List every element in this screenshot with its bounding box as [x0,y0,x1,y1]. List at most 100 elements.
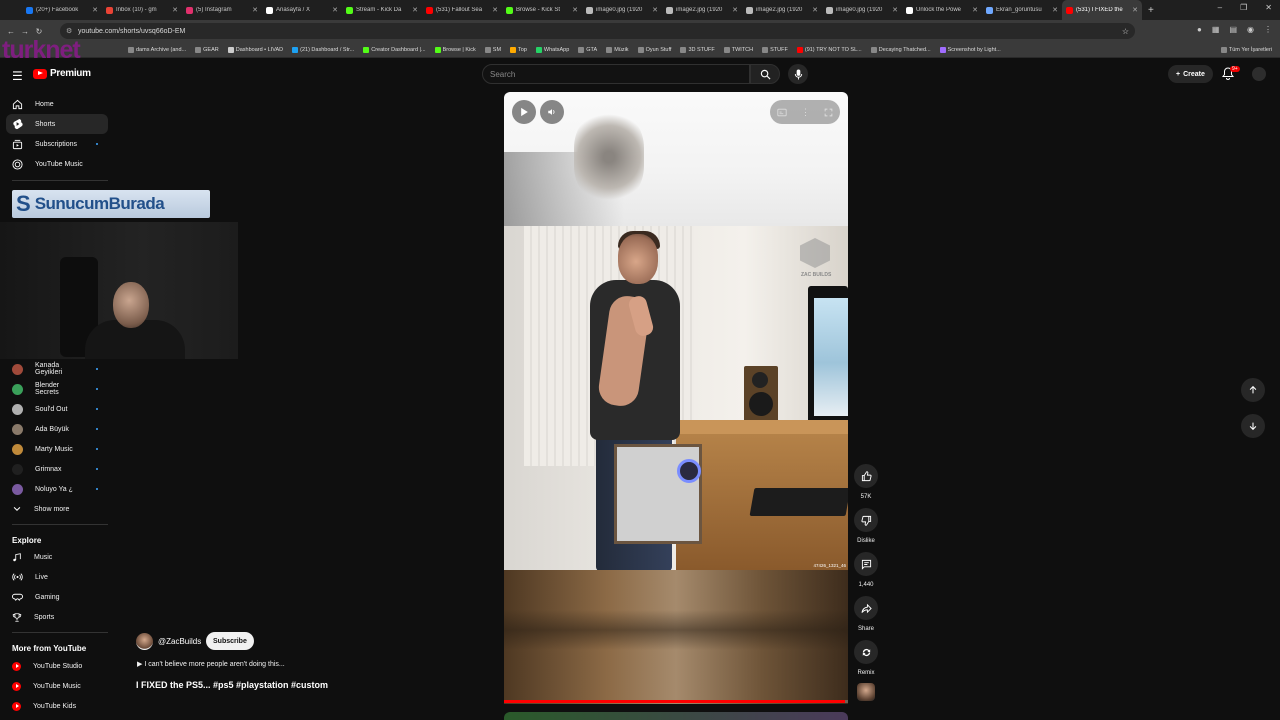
bookmark-item[interactable]: (21) Dashboard / Str... [292,46,354,53]
voice-search-button[interactable] [788,64,808,84]
browser-tab[interactable]: (531) Fallout Sea ✕ [422,0,502,20]
bookmark-item[interactable]: (91) TRY NOT TO SL... [796,46,862,53]
video-progress-bar[interactable] [504,700,848,703]
profile-icon[interactable]: ◉ [1247,25,1254,34]
like-action[interactable]: 57K [852,464,880,500]
browser-tab[interactable]: image0.jpg (1920 ✕ [822,0,902,20]
all-bookmarks[interactable]: Tüm Yer İşaretleri [1220,46,1272,53]
sidebar-item-youtube-kids[interactable]: YouTube Kids [6,696,108,716]
sidebar-item-youtube-music-more[interactable]: YouTube Music [6,676,108,696]
browser-tab[interactable]: (5) Instagram ✕ [182,0,262,20]
browser-tab[interactable]: Browse - Kick St ✕ [502,0,582,20]
sidebar-item-gaming[interactable]: Gaming [6,587,108,607]
subscription-item[interactable]: Blender Secrets [6,379,108,399]
subscription-item[interactable]: Soul'd Out [6,399,108,419]
sound-source-avatar[interactable] [857,683,875,701]
sidebar-toggle-icon[interactable]: ▤ [1229,25,1237,34]
show-more-button[interactable]: Show more [6,499,108,519]
sidebar-item-subscriptions[interactable]: Subscriptions [6,134,108,154]
browser-tab[interactable]: Inbox (10) - gm ✕ [102,0,182,20]
previous-short-button[interactable] [1241,378,1265,402]
bookmark-item[interactable]: Dashboard • LIVAD [227,46,283,53]
browser-tab[interactable]: image0.jpg (1920 ✕ [582,0,662,20]
bookmark-item[interactable]: GTA [578,46,597,53]
dislike-button[interactable] [854,508,878,532]
tab-close-icon[interactable]: ✕ [492,6,498,14]
tab-close-icon[interactable]: ✕ [1052,6,1058,14]
search-button[interactable] [750,64,780,84]
comments-button[interactable] [854,552,878,576]
bookmark-star-icon[interactable]: ☆ [1122,27,1129,36]
browser-menu-icon[interactable]: ⋮ [1264,25,1272,34]
sidebar-item-live[interactable]: Live [6,567,108,587]
next-short-button[interactable] [1241,414,1265,438]
mute-button[interactable] [540,100,564,124]
subscription-item[interactable]: Marty Music [6,439,108,459]
browser-tab[interactable]: (20+) Facebook ✕ [22,0,102,20]
channel-name[interactable]: @ZacBuilds [158,637,201,646]
subscription-item[interactable]: Kanada Geyikleri [6,359,108,379]
tab-close-icon[interactable]: ✕ [732,6,738,14]
youtube-logo[interactable]: Premium [33,68,91,79]
tab-close-icon[interactable]: ✕ [412,6,418,14]
tab-close-icon[interactable]: ✕ [572,6,578,14]
sidebar-item-youtube-music[interactable]: YouTube Music [6,154,108,174]
bookmark-item[interactable]: Oyun Stuff [637,46,671,53]
subscription-item[interactable]: Noluyo Ya ¿ [6,479,108,499]
next-short-preview[interactable] [504,712,848,720]
short-title[interactable]: I FIXED the PS5... #ps5 #playstation #cu… [136,680,328,690]
tab-close-icon[interactable]: ✕ [892,6,898,14]
puzzle-icon[interactable]: ▦ [1212,25,1220,34]
restore-button[interactable]: ❐ [1240,3,1247,12]
sidebar-item-youtube-studio[interactable]: YouTube Studio [6,656,108,676]
share-button[interactable] [854,596,878,620]
browser-tab[interactable]: image2.jpg (1920 ✕ [662,0,742,20]
minimize-button[interactable]: – [1218,3,1222,12]
dislike-action[interactable]: Dislike [852,508,880,544]
browser-tab[interactable]: image2.jpg (1920 ✕ [742,0,822,20]
remix-button[interactable] [854,640,878,664]
bookmark-item[interactable]: dams Archive (and... [128,46,186,53]
address-bar[interactable]: ⚙ youtube.com/shorts/uvsq66oD-EM ☆ [60,23,1135,39]
tab-close-icon[interactable]: ✕ [252,6,258,14]
forward-button[interactable]: → [18,27,32,36]
bookmark-item[interactable]: Decaying Thatched... [870,46,931,53]
share-action[interactable]: Share [852,596,880,632]
bookmark-item[interactable]: STUFF [762,46,788,53]
bookmark-item[interactable]: Müzik [606,46,629,53]
search-input[interactable]: Search [482,64,750,84]
comments-action[interactable]: 1,440 [852,552,880,588]
browser-tab[interactable]: Stream - Kick Da ✕ [342,0,422,20]
create-button[interactable]: + Create [1168,65,1213,83]
account-avatar[interactable] [1252,67,1266,81]
short-description[interactable]: ▶ I can't believe more people aren't doi… [137,660,285,668]
like-button[interactable] [854,464,878,488]
bookmark-item[interactable]: 3D STUFF [680,46,715,53]
captions-icon[interactable] [777,108,787,117]
shorts-player[interactable]: ZAC BUILDS 47426_1321_46 ⋮ [504,92,848,704]
bookmark-item[interactable]: Creator Dashboard |... [363,46,426,53]
bookmark-item[interactable]: GEAR [195,46,219,53]
back-button[interactable]: ← [4,27,18,36]
remix-action[interactable]: Remix [852,640,880,676]
browser-tab[interactable]: (531) I FIXED the ✕ [1062,0,1142,20]
tab-close-icon[interactable]: ✕ [172,6,178,14]
play-button[interactable] [512,100,536,124]
tab-close-icon[interactable]: ✕ [332,6,338,14]
more-options-icon[interactable]: ⋮ [801,107,810,118]
tab-close-icon[interactable]: ✕ [812,6,818,14]
bookmark-item[interactable]: SM [484,46,501,53]
close-window-button[interactable]: ✕ [1265,3,1272,12]
browser-tab[interactable]: Anasayfa / X ✕ [262,0,342,20]
bookmark-item[interactable]: TWITCH [723,46,753,53]
tab-close-icon[interactable]: ✕ [1132,6,1138,14]
site-info-icon[interactable]: ⚙ [66,27,72,35]
bookmark-item[interactable]: Top [510,46,527,53]
tab-close-icon[interactable]: ✕ [92,6,98,14]
sidebar-item-music[interactable]: Music [6,547,108,567]
channel-avatar[interactable] [136,633,153,650]
extension-icon[interactable]: ● [1197,25,1202,34]
menu-icon[interactable]: ☰ [12,69,23,83]
tab-close-icon[interactable]: ✕ [652,6,658,14]
bookmark-item[interactable]: Screenshot by Light... [939,46,1001,53]
